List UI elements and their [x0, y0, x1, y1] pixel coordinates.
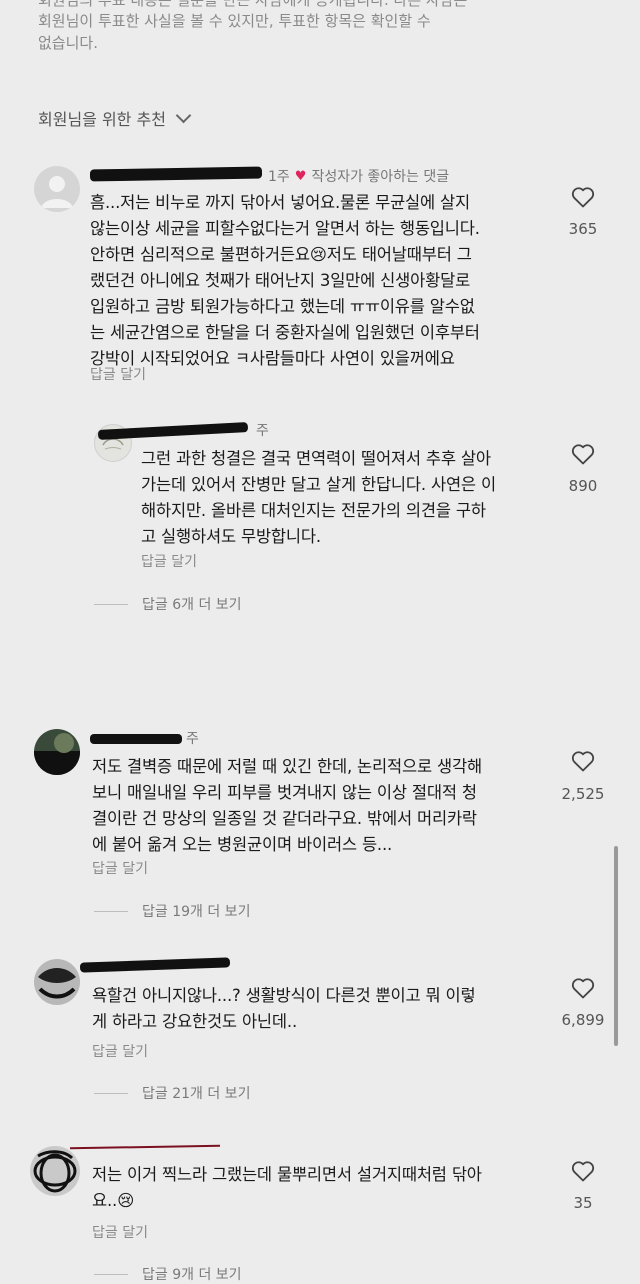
- comment-line: 는 세균간염으로 한달을 더 중환자실에 입원했던 이후부터: [90, 323, 480, 342]
- liked-by-author-badge: 작성자가 좋아하는 댓글: [311, 169, 450, 185]
- comment-line: 그런 과한 청결은 결국 면역력이 떨어져서 추후 살아: [141, 449, 491, 468]
- reply-button[interactable]: 답글 달기: [92, 1222, 148, 1242]
- view-more-label: 답글 21개 더 보기: [142, 1086, 251, 1102]
- notice-line-3: 없습니다.: [38, 34, 98, 52]
- like-button[interactable]: [571, 977, 595, 1003]
- view-more-replies[interactable]: 답글 9개 더 보기: [94, 1264, 242, 1284]
- avatar[interactable]: [34, 959, 80, 1005]
- recommended-label: 회원님을 위한 추천: [38, 110, 166, 129]
- comment-meta: 1주 ♥ 작성자가 좋아하는 댓글: [268, 166, 449, 186]
- like-button[interactable]: [571, 443, 595, 469]
- comment-line: 흠...저는 비누로 까지 닦아서 넣어요.물론 무균실에 살지: [90, 193, 471, 212]
- comment-line: 요..😢: [92, 1191, 135, 1210]
- comment-line: 고 실행하셔도 무방합니다.: [141, 527, 321, 546]
- like-button[interactable]: [571, 750, 595, 776]
- comment-text: 저도 결벽증 때문에 저럴 때 있긴 한데, 논리적으로 생각해 보니 매일내일…: [92, 754, 482, 858]
- reply-button[interactable]: 답글 달기: [92, 1041, 148, 1061]
- comment-text: 욕할건 아니지않나...? 생활방식이 다른것 뿐이고 뭐 이렇 게 하라고 강…: [92, 983, 476, 1035]
- divider: [94, 1092, 128, 1094]
- heart-outline-icon: [571, 978, 595, 999]
- like-count: 365: [568, 220, 598, 238]
- comment-line: 안하면 심리적으로 불편하거든요😢저도 태어날때부터 그: [90, 245, 472, 264]
- comment-line: 저도 결벽증 때문에 저럴 때 있긴 한데, 논리적으로 생각해: [92, 757, 482, 776]
- view-more-label: 답글 9개 더 보기: [142, 1267, 242, 1283]
- comment-line: 욕할건 아니지않나...? 생활방식이 다른것 뿐이고 뭐 이렇: [92, 986, 476, 1005]
- redacted-username[interactable]: [79, 957, 231, 973]
- comment-line: 에 붙어 옮겨 오는 병원균이며 바이러스 등...: [92, 835, 393, 854]
- reply-button[interactable]: 답글 달기: [92, 858, 148, 878]
- comment-line: 랬던건 아니에요 첫째가 태어난지 3일만에 신생아황달로: [90, 271, 471, 290]
- divider: [94, 1273, 128, 1275]
- avatar[interactable]: [34, 166, 80, 212]
- comment-line: 입원하고 금방 퇴원가능하다고 했는데 ㅠㅠ이유를 알수없: [90, 297, 475, 316]
- reply-button[interactable]: 답글 달기: [90, 364, 146, 384]
- comment-line: 가는데 있어서 잔병만 달고 살게 한답니다. 사연은 이: [141, 475, 496, 494]
- scrollbar[interactable]: [614, 846, 618, 1046]
- like-button[interactable]: [571, 1160, 595, 1186]
- comment-line: 않는이상 세균을 피할수없다는거 알면서 하는 행동입니다.: [90, 219, 480, 238]
- heart-filled-icon: ♥: [294, 168, 307, 184]
- view-more-label: 답글 6개 더 보기: [142, 597, 242, 613]
- recommended-sort-button[interactable]: 회원님을 위한 추천: [38, 106, 192, 130]
- divider: [94, 910, 128, 912]
- comment-line: 결이란 건 망상의 일종일 것 같더라구요. 밖에서 머리카락: [92, 809, 477, 828]
- comment-line: 강박이 시작되었어요 ㅋ사람들마다 사연이 있을꺼에요: [90, 349, 455, 368]
- divider: [94, 603, 128, 605]
- comment-line: 보니 매일내일 우리 피부를 벗겨내지 않는 이상 절대적 청: [92, 783, 477, 802]
- heart-outline-icon: [571, 1161, 595, 1182]
- view-more-replies[interactable]: 답글 19개 더 보기: [94, 901, 250, 921]
- redacted-username[interactable]: [89, 166, 263, 182]
- view-more-label: 답글 19개 더 보기: [142, 904, 251, 920]
- like-count: 35: [573, 1194, 593, 1212]
- heart-outline-icon: [571, 187, 595, 208]
- heart-outline-icon: [571, 444, 595, 465]
- view-more-replies[interactable]: 답글 6개 더 보기: [94, 594, 242, 614]
- comment-line: 저는 이거 찍느라 그랬는데 물뿌리면서 설거지때처럼 닦아: [92, 1165, 482, 1184]
- view-more-replies[interactable]: 답글 21개 더 보기: [94, 1083, 250, 1103]
- comment-text: 흠...저는 비누로 까지 닦아서 넣어요.물론 무균실에 살지 않는이상 세균…: [90, 190, 480, 372]
- comment-time: 1주: [268, 169, 290, 185]
- comment-line: 게 하라고 강요한것도 아닌데..: [92, 1012, 297, 1031]
- like-count: 6,899: [561, 1011, 605, 1029]
- avatar[interactable]: [30, 1146, 80, 1196]
- comment-time: 주: [186, 731, 199, 747]
- chevron-down-icon: [175, 107, 192, 124]
- avatar[interactable]: [34, 729, 80, 775]
- redacted-username[interactable]: [69, 1144, 221, 1150]
- comment-line: 해하지만. 올바른 대처인지는 전문가의 의견을 구하: [141, 501, 486, 520]
- reply-button[interactable]: 답글 달기: [141, 551, 197, 571]
- redacted-username[interactable]: [90, 734, 182, 744]
- like-count: 890: [568, 477, 598, 495]
- notice-line-1: 회원님의 투표 내용은 질문을 만든 사람에게 공개됩니다. 다른 사람은: [38, 0, 468, 9]
- comment-time: 주: [256, 423, 269, 439]
- heart-outline-icon: [571, 751, 595, 772]
- notice-line-2: 회원님이 투표한 사실을 볼 수 있지만, 투표한 항목은 확인할 수: [38, 12, 431, 30]
- comment-text: 그런 과한 청결은 결국 면역력이 떨어져서 추후 살아 가는데 있어서 잔병만…: [141, 446, 496, 550]
- like-count: 2,525: [561, 785, 605, 803]
- like-button[interactable]: [571, 186, 595, 212]
- comment-text: 저는 이거 찍느라 그랬는데 물뿌리면서 설거지때처럼 닦아 요..😢: [92, 1162, 482, 1214]
